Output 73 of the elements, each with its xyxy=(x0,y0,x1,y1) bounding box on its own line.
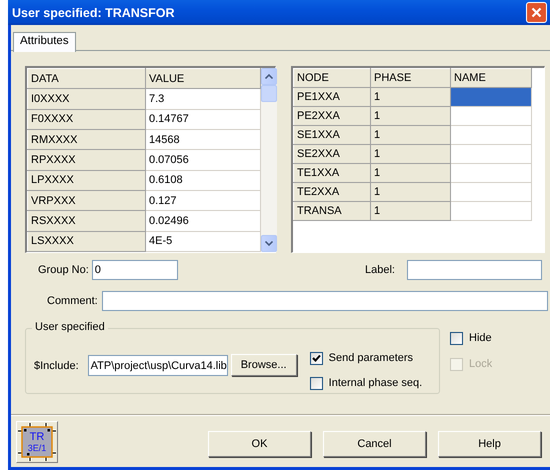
chevron-down-icon xyxy=(265,241,273,246)
table-cell: PE1XXA xyxy=(294,88,370,106)
field-label: Group No: xyxy=(38,264,89,276)
column-header: DATA xyxy=(28,68,146,89)
table-cell[interactable]: 0.127 xyxy=(146,190,260,211)
dialog-button[interactable]: Help xyxy=(438,430,541,456)
checkbox-label: Internal phase seq. xyxy=(328,377,422,389)
table-cell[interactable]: 7.3 xyxy=(146,88,260,110)
column-header: NAME xyxy=(450,68,532,88)
check-icon xyxy=(312,354,321,362)
checkbox[interactable] xyxy=(450,332,463,344)
table-cell: 1 xyxy=(370,182,450,202)
group-title: User specified xyxy=(32,321,108,333)
column-header: VALUE xyxy=(146,68,260,89)
field-label: Label: xyxy=(365,264,395,276)
checkbox[interactable] xyxy=(310,376,323,390)
table-cell: LPXXXX xyxy=(28,170,146,190)
table-cell[interactable] xyxy=(450,202,532,220)
table-cell[interactable] xyxy=(450,144,532,164)
browse-button[interactable]: Browse... xyxy=(230,354,297,376)
dialog-button[interactable]: OK xyxy=(208,430,311,456)
table-cell: VRPXXX xyxy=(28,190,146,211)
table-cell: 1 xyxy=(370,126,450,144)
table-cell[interactable]: 0.6108 xyxy=(146,170,260,190)
input-field[interactable] xyxy=(407,260,542,280)
column-header: NODE xyxy=(294,68,370,88)
table-cell[interactable]: 0.07056 xyxy=(146,150,260,170)
checkbox-label: Lock xyxy=(469,358,492,370)
window-title: User specified: TRANSFOR xyxy=(12,6,175,20)
field-label: Comment: xyxy=(47,295,98,307)
checkbox-label: Send parameters xyxy=(328,352,414,364)
table-cell[interactable] xyxy=(450,88,532,106)
table-cell: TE1XXA xyxy=(294,164,370,182)
close-button[interactable] xyxy=(526,2,547,23)
close-icon xyxy=(531,7,542,18)
table-cell: I0XXXX xyxy=(28,88,146,110)
table-cell: 1 xyxy=(370,164,450,182)
table-cell: TE2XXA xyxy=(294,182,370,202)
table-cell[interactable] xyxy=(450,106,532,126)
table-cell: PE2XXA xyxy=(294,106,370,126)
table-cell: F0XXXX xyxy=(28,109,146,130)
scroll-down-button[interactable] xyxy=(261,235,277,252)
table-cell: 1 xyxy=(370,106,450,126)
tab[interactable]: Attributes xyxy=(13,32,76,52)
table-cell: TRANSA xyxy=(294,202,370,220)
field-label: $Include: xyxy=(34,360,79,372)
scroll-thumb[interactable] xyxy=(261,85,277,102)
table-cell: RSXXXX xyxy=(28,210,146,232)
table-cell[interactable]: 14568 xyxy=(146,129,260,150)
scrollbar[interactable] xyxy=(261,68,277,252)
scroll-up-button[interactable] xyxy=(261,68,277,85)
input-field[interactable]: 0 xyxy=(92,260,178,280)
input-field[interactable] xyxy=(102,291,548,311)
chevron-up-icon xyxy=(265,74,273,79)
table-cell: RPXXXX xyxy=(28,150,146,170)
table-cell: 1 xyxy=(370,202,450,220)
table-cell[interactable]: 4E-5 xyxy=(146,231,260,252)
table-cell: RMXXXX xyxy=(28,129,146,150)
column-header: PHASE xyxy=(370,68,450,88)
input-field[interactable]: ATP\project\usp\Curva14.lib xyxy=(88,355,228,376)
table-cell: SE1XXA xyxy=(294,126,370,144)
table-cell: SE2XXA xyxy=(294,144,370,164)
table-cell[interactable] xyxy=(450,164,532,182)
table-cell: 1 xyxy=(370,88,450,106)
checkbox-label: Hide xyxy=(469,332,492,344)
table-cell[interactable]: 0.02496 xyxy=(146,210,260,232)
checkbox[interactable] xyxy=(310,352,323,364)
table-cell: 1 xyxy=(370,144,450,164)
table-cell[interactable] xyxy=(450,182,532,202)
dialog-button[interactable]: Cancel xyxy=(323,430,426,456)
table-cell[interactable] xyxy=(450,126,532,144)
table-cell: LSXXXX xyxy=(28,231,146,252)
table-cell[interactable]: 0.14767 xyxy=(146,109,260,130)
